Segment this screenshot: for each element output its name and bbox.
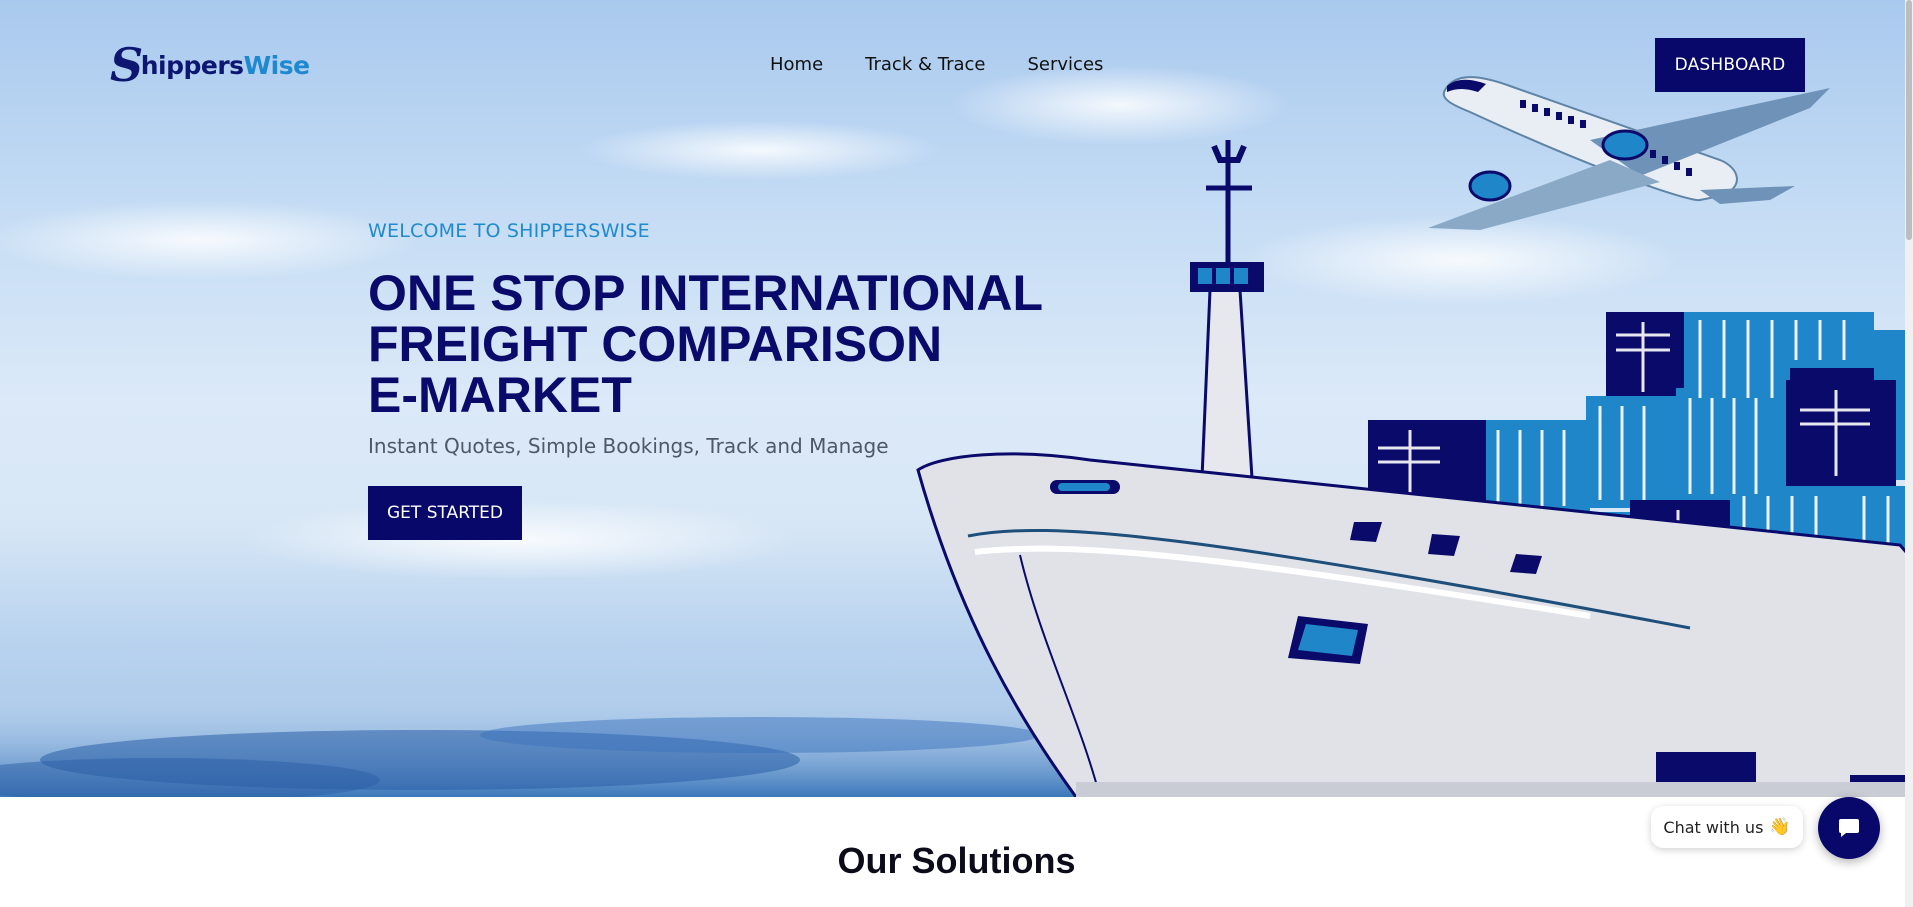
airplane-illustration — [1428, 76, 1830, 230]
main-nav: Home Track & Trace Services — [770, 54, 1103, 75]
dashboard-button[interactable]: DASHBOARD — [1655, 38, 1805, 92]
nav-link-track-trace[interactable]: Track & Trace — [865, 54, 985, 75]
hero-headline: ONE STOP INTERNATIONAL FREIGHT COMPARISO… — [368, 268, 1088, 421]
brand-logo-initial: S — [110, 38, 143, 92]
chat-prompt-label: Chat with us — [1663, 817, 1764, 837]
solutions-title: Our Solutions — [837, 840, 1076, 881]
hero-headline-line2: FREIGHT COMPARISON — [368, 316, 943, 372]
chat-bubble-icon — [1839, 819, 1859, 837]
wave-hand-icon: 👋 — [1769, 817, 1791, 837]
hero-subline: Instant Quotes, Simple Bookings, Track a… — [368, 434, 889, 458]
nav-link-services[interactable]: Services — [1028, 54, 1104, 75]
get-started-button[interactable]: GET STARTED — [368, 486, 522, 540]
brand-logo-text-part1: hippers — [140, 50, 244, 80]
brand-logo[interactable]: S hippers Wise — [110, 40, 310, 90]
hero-headline-line1: ONE STOP INTERNATIONAL — [368, 265, 1044, 321]
nav-link-home[interactable]: Home — [770, 54, 823, 75]
page-scrollbar-thumb[interactable] — [1906, 0, 1912, 240]
hero-headline-line3: E-MARKET — [368, 367, 632, 423]
hero-section: S hippers Wise Home Track & Trace Servic… — [0, 0, 1913, 797]
chat-prompt-pill[interactable]: Chat with us 👋 — [1651, 806, 1803, 848]
chat-open-button[interactable] — [1818, 797, 1880, 859]
brand-logo-text-part2: Wise — [243, 50, 310, 80]
page: S hippers Wise Home Track & Trace Servic… — [0, 0, 1913, 907]
ship-mast-illustration — [1190, 140, 1264, 480]
hero-eyebrow: WELCOME TO SHIPPERSWISE — [368, 220, 650, 242]
